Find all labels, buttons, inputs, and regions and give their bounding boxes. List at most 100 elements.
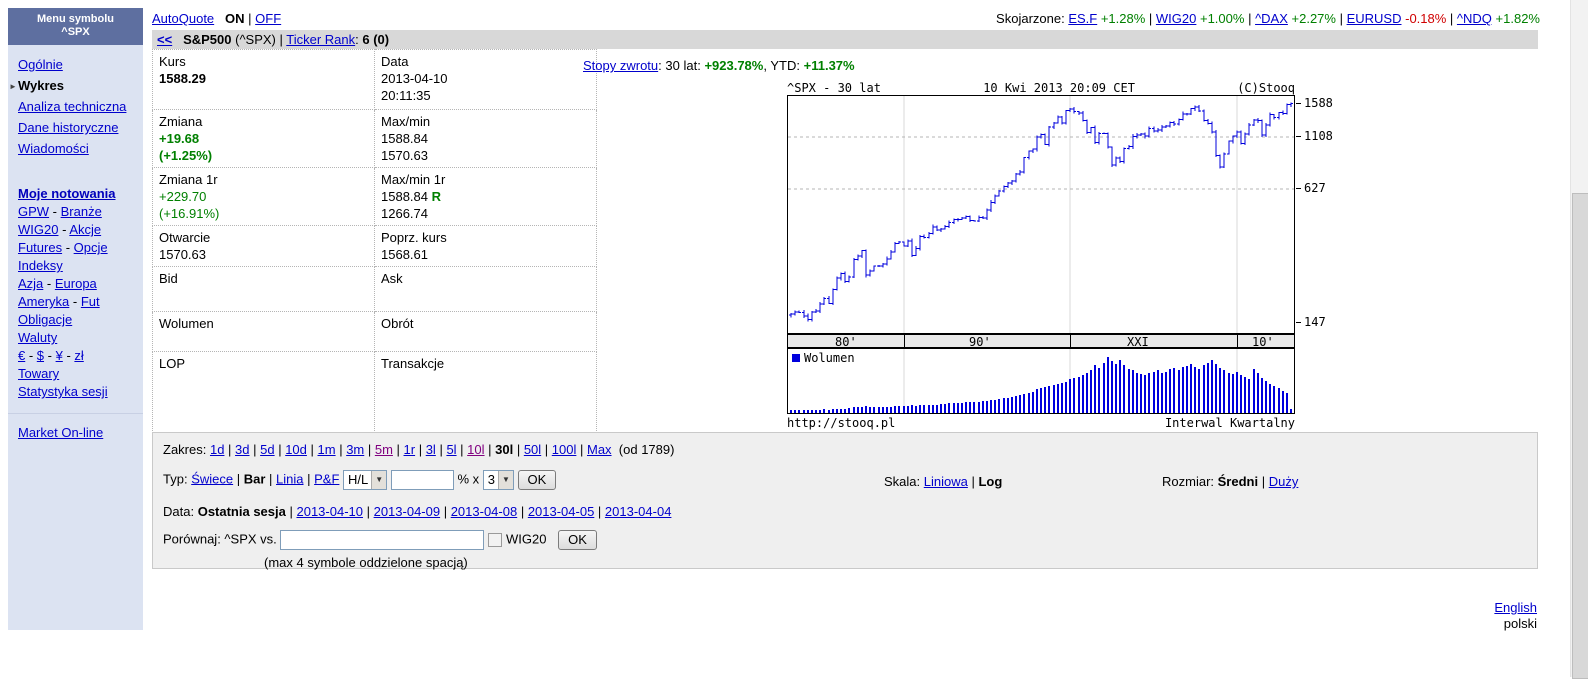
compare-ok-button[interactable]: OK [558, 530, 597, 550]
date-link-2013-04-04[interactable]: 2013-04-04 [605, 504, 672, 519]
price-axis-label: 627 [1296, 181, 1326, 195]
price-panel[interactable] [787, 95, 1295, 334]
range-10l[interactable]: 10l [467, 442, 484, 457]
data-label: Data [381, 54, 409, 69]
date-link-2013-04-10[interactable]: 2013-04-10 [296, 504, 363, 519]
range-10d[interactable]: 10d [285, 442, 307, 457]
sidebar-item-item[interactable]: € [18, 348, 25, 363]
range-links: 1d | 3d | 5d | 10d | 1m | 3m | 5m | 1r |… [209, 442, 612, 457]
range-3l[interactable]: 3l [426, 442, 436, 457]
cell-otwarcie: Otwarcie 1570.63 [152, 225, 375, 267]
returns-link[interactable]: Stopy zwrotu [583, 58, 658, 73]
chevron-down-icon: ▼ [497, 471, 513, 489]
range-100l[interactable]: 100l [552, 442, 577, 457]
range-3d[interactable]: 3d [235, 442, 249, 457]
sidebar-item-bran-e[interactable]: Branże [61, 204, 102, 219]
zmiana1r-pct: (+16.91%) [159, 206, 220, 221]
scale-log[interactable]: Log [978, 474, 1002, 489]
sidebar-item-wig20[interactable]: WIG20 [18, 222, 58, 237]
autoquote-off[interactable]: OFF [255, 11, 281, 26]
range-3m[interactable]: 3m [346, 442, 364, 457]
kurs-value: 1588.29 [159, 71, 206, 86]
range-30l[interactable]: 30l [495, 442, 513, 457]
size-row: Rozmiar: Średni | Duży [1162, 474, 1298, 489]
sidebar-item-market-online[interactable]: Market On-line [18, 425, 103, 440]
date-link-2013-04-08[interactable]: 2013-04-08 [451, 504, 518, 519]
range-1m[interactable]: 1m [318, 442, 336, 457]
sidebar-item-towary[interactable]: Towary [18, 366, 59, 381]
range-1d[interactable]: 1d [210, 442, 224, 457]
range-max[interactable]: Max [587, 442, 612, 457]
related-link-wig20[interactable]: WIG20 [1156, 11, 1196, 26]
sidebar-item-z[interactable]: zł [74, 348, 83, 363]
date-link-2013-04-05[interactable]: 2013-04-05 [528, 504, 595, 519]
autoquote-link[interactable]: AutoQuote [152, 11, 214, 26]
type-ok-button[interactable]: OK [517, 470, 557, 490]
sidebar-item-wykres[interactable]: Wykres [18, 78, 64, 93]
related-link-es-f[interactable]: ES.F [1068, 11, 1097, 26]
maxmin1r-max: 1588.84 R [381, 189, 442, 204]
compare-label: Porównaj: ^SPX vs. [163, 531, 277, 547]
vertical-scrollbar[interactable] [1570, 0, 1588, 679]
range-5l[interactable]: 5l [446, 442, 456, 457]
related-link-ndq[interactable]: ^NDQ [1457, 11, 1492, 26]
sidebar-item-azja[interactable]: Azja [18, 276, 43, 291]
type-linia[interactable]: Linia [276, 471, 303, 486]
sidebar-header-title: Menu symbolu [36, 13, 114, 25]
multiplier-select[interactable]: 3 ▼ [482, 470, 514, 490]
table-row: Wolumen Obrót [152, 311, 597, 352]
related-link-eurusd[interactable]: EURUSD [1347, 11, 1402, 26]
sidebar-item-analiza-techniczna[interactable]: Analiza techniczna [18, 99, 126, 114]
related-link-dax[interactable]: ^DAX [1255, 11, 1288, 26]
sidebar-item-opcje[interactable]: Opcje [74, 240, 108, 255]
size-du-y[interactable]: Duży [1269, 474, 1299, 489]
date-link-2013-04-09[interactable]: 2013-04-09 [374, 504, 441, 519]
ask-label: Ask [381, 271, 403, 286]
ticker-rank-link[interactable]: Ticker Rank [286, 32, 355, 47]
hl-select[interactable]: H/L ▼ [343, 470, 388, 490]
wig20-checkbox-label: WIG20 [506, 531, 547, 547]
sidebar-header-symbol: ^SPX [61, 26, 90, 38]
percent-input[interactable] [390, 470, 454, 490]
zmiana1r-value: +229.70 [159, 189, 207, 204]
sidebar-item-gpw[interactable]: GPW [18, 204, 49, 219]
sidebar-item-waluty[interactable]: Waluty [18, 330, 57, 345]
wig20-checkbox[interactable] [488, 533, 503, 547]
compare-input[interactable] [280, 530, 485, 550]
size-redni[interactable]: Średni [1218, 474, 1258, 489]
sidebar-item-obligacje[interactable]: Obligacje [18, 312, 72, 327]
range-suffix: (od 1789) [618, 442, 675, 457]
size-label: Rozmiar: [1162, 474, 1215, 489]
sidebar-item-europa[interactable]: Europa [55, 276, 97, 291]
scale-liniowa[interactable]: Liniowa [924, 474, 968, 489]
sidebar-item-row: Moje notowania [18, 185, 143, 203]
range-5d[interactable]: 5d [260, 442, 274, 457]
sidebar-item-wiadomo-ci[interactable]: Wiadomości [18, 141, 89, 156]
range-1r[interactable]: 1r [404, 442, 416, 457]
sidebar-item-item[interactable]: $ [37, 348, 44, 363]
range-50l[interactable]: 50l [524, 442, 541, 457]
sidebar-item-moje-notowania[interactable]: Moje notowania [18, 186, 116, 201]
type-links: Świece | Bar | Linia | P&F [191, 471, 340, 487]
autoquote-on[interactable]: ON [225, 11, 245, 26]
sidebar-item-ameryka[interactable]: Ameryka [18, 294, 69, 309]
sidebar-item-og-lnie[interactable]: Ogólnie [18, 57, 63, 72]
sidebar-item-row: Towary [18, 365, 143, 383]
scrollbar-thumb[interactable] [1572, 193, 1588, 679]
sidebar-item-akcje[interactable]: Akcje [69, 222, 101, 237]
sidebar-bottom: Market On-line [8, 424, 143, 442]
sidebar-item-fut[interactable]: Fut [81, 294, 100, 309]
symbol-name: S&P500 [183, 32, 232, 47]
type-bar[interactable]: Bar [244, 471, 266, 486]
type-wiece[interactable]: Świece [191, 471, 233, 486]
language-english-link[interactable]: English [1494, 600, 1537, 615]
back-link[interactable]: << [157, 32, 172, 47]
range-5m[interactable]: 5m [375, 442, 393, 457]
sidebar-item-dane-historyczne[interactable]: Dane historyczne [18, 120, 118, 135]
axis-label: 80' [835, 335, 857, 349]
sidebar-item-statystyka-sesji[interactable]: Statystyka sesji [18, 384, 108, 399]
sidebar-item-item[interactable]: ¥ [56, 348, 63, 363]
type-p-f[interactable]: P&F [314, 471, 339, 486]
sidebar-item-futures[interactable]: Futures [18, 240, 62, 255]
sidebar-item-indeksy[interactable]: Indeksy [18, 258, 63, 273]
